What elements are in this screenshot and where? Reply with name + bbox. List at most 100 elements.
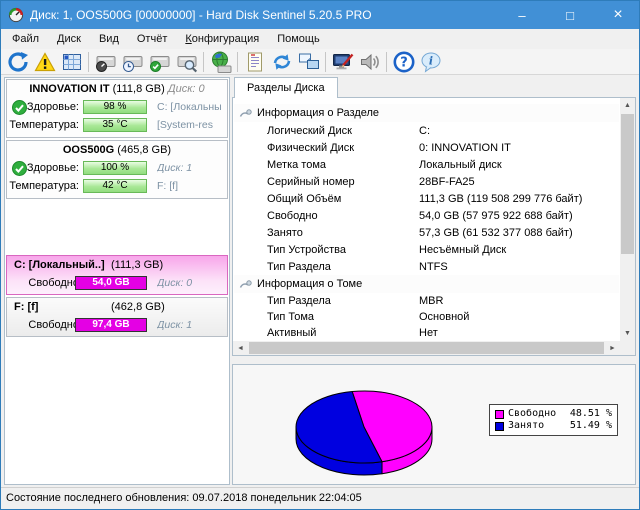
partition-title: C: [Локальный..] (111,3 GB) — [7, 259, 227, 273]
maximize-button[interactable]: □ — [549, 1, 591, 29]
sound-icon[interactable] — [356, 50, 383, 74]
help-icon[interactable]: ? — [390, 50, 417, 74]
section-icon — [239, 107, 252, 120]
temperature-bar: 42 °C — [83, 179, 147, 193]
scroll-up-icon[interactable]: ▲ — [620, 98, 635, 113]
health-row: Здоровье: 100 % Диск: 1 — [7, 161, 227, 176]
menu-item[interactable]: Вид — [90, 29, 128, 49]
tab-disk-partitions[interactable]: Разделы Диска — [234, 77, 338, 98]
title-bar: Диск: 1, OOS500G [00000000] - Hard Disk … — [1, 1, 639, 29]
scroll-right-icon[interactable]: ► — [605, 341, 620, 355]
horizontal-scrollbar[interactable]: ◄ ► — [233, 341, 620, 355]
disk-ok-icon[interactable] — [146, 50, 173, 74]
scroll-down-icon[interactable]: ▼ — [620, 326, 635, 341]
info-value: C: — [419, 124, 430, 137]
refresh-icon[interactable] — [4, 50, 31, 74]
info-label: Физический Диск — [267, 141, 355, 154]
info-label: Активный — [267, 327, 317, 339]
info-rows-volume: Тип Раздела MBR Тип Тома Основной Активный… — [234, 293, 619, 341]
info-value: Основной — [419, 311, 470, 323]
free-label: Свободно — [28, 319, 79, 331]
toolbar-separator — [386, 51, 387, 72]
svg-text:?: ? — [400, 55, 408, 70]
vertical-scrollbar[interactable]: ▲ ▼ — [620, 98, 635, 341]
status-bar: Состояние последнего обновления: 09.07.2… — [1, 487, 639, 509]
section-header-volume: Информация о Томе — [234, 275, 619, 293]
remote-monitors-icon[interactable] — [295, 50, 322, 74]
close-button[interactable]: × — [597, 1, 639, 29]
info-rows-partition: Логический Диск C: Физический Диск 0: INNO… — [234, 122, 619, 275]
app-window: Диск: 1, OOS500G [00000000] - Hard Disk … — [0, 0, 640, 510]
info-label: Тип Устройства — [267, 243, 346, 256]
surface-test-icon[interactable] — [58, 50, 85, 74]
pie-legend: Свободно 48.51 % Занято 51.49 % — [489, 404, 618, 436]
info-row: Тип Устройства Несъёмный Диск — [234, 241, 619, 258]
partition-name: C: [Локальный..] — [14, 259, 105, 271]
disk-title: OOS500G (465,8 GB) — [7, 144, 227, 156]
info-value: Несъёмный Диск — [419, 243, 507, 256]
section-title: Информация о Разделе — [257, 107, 380, 119]
info-row: Занято 57,3 GB (61 532 377 088 байт) — [234, 224, 619, 241]
legend-value: 48.51 % — [569, 408, 612, 419]
disk-clock-icon[interactable] — [119, 50, 146, 74]
disk-title: INNOVATION IT (111,8 GB) Диск: 0 — [7, 83, 227, 95]
health-label: Здоровье: — [26, 162, 79, 174]
free-label: Свободно — [28, 277, 79, 289]
health-row: Здоровье: 98 % C: [Локальны — [7, 100, 227, 115]
partition-title: F: [f] (462,8 GB) — [7, 301, 227, 315]
menu-item[interactable]: Помощь — [268, 29, 329, 49]
section-title: Информация о Томе — [257, 278, 363, 290]
toolbar-separator — [88, 51, 89, 72]
menu-item[interactable]: Конфигурация — [176, 29, 268, 49]
disk-volumes-label: F: [f] — [157, 180, 178, 192]
info-row: Свободно 54,0 GB (57 975 922 688 байт) — [234, 207, 619, 224]
info-value: 0: INNOVATION IT — [419, 141, 511, 154]
info-label: Тип Раздела — [267, 260, 331, 273]
warning-icon[interactable] — [31, 50, 58, 74]
info-label: Свободно — [267, 209, 318, 222]
sync-icon[interactable] — [268, 50, 295, 74]
disk-size: (465,8 GB) — [117, 144, 172, 156]
temperature-label: Температура: — [9, 180, 79, 192]
scroll-left-icon[interactable]: ◄ — [233, 341, 248, 355]
toolbar-separator — [203, 51, 204, 72]
disk-volumes-label: C: [Локальны — [157, 101, 222, 113]
info-value: 54,0 GB (57 975 922 688 байт) — [419, 209, 573, 222]
report-icon[interactable] — [241, 50, 268, 74]
menu-item[interactable]: Файл — [3, 29, 48, 49]
network-drive-icon[interactable] — [207, 50, 234, 74]
info-row: Физический Диск 0: INNOVATION IT — [234, 139, 619, 156]
horizontal-scroll-thumb[interactable] — [249, 342, 604, 354]
section-header-partition: Информация о Разделе — [234, 104, 619, 122]
partition-disk-number: Диск: 0 — [157, 277, 193, 289]
vertical-scroll-thumb[interactable] — [621, 114, 634, 254]
info-label: Занято — [267, 226, 303, 239]
disk-panel-1[interactable]: OOS500G (465,8 GB) Здоровье: 100 % Диск:… — [6, 140, 228, 199]
info-icon[interactable]: i — [417, 50, 444, 74]
app-icon — [8, 7, 24, 23]
minimize-button[interactable]: – — [501, 1, 543, 29]
disk-name: OOS500G — [62, 144, 115, 156]
info-value: NTFS — [419, 260, 448, 273]
scrollbar-corner — [620, 341, 635, 355]
info-label: Общий Объём — [267, 192, 342, 205]
temperature-label: Температура: — [9, 119, 79, 131]
legend-row: Свободно 48.51 % — [495, 408, 612, 420]
disk-search-icon[interactable] — [173, 50, 200, 74]
free-space-bar: 97,4 GB — [75, 318, 147, 332]
free-space-value: 54,0 GB — [92, 277, 130, 288]
info-row: Общий Объём 111,3 GB (119 508 299 776 бай… — [234, 190, 619, 207]
menu-item[interactable]: Диск — [48, 29, 90, 49]
info-label: Логический Диск — [267, 124, 352, 137]
disk-number: Диск: 1 — [157, 162, 193, 174]
info-value: 111,3 GB (119 508 299 776 байт) — [419, 192, 583, 205]
menu-item[interactable]: Отчёт — [128, 29, 176, 49]
disk-panel-0[interactable]: INNOVATION IT (111,8 GB) Диск: 0 Здоровь… — [6, 79, 228, 138]
partition-panel-c[interactable]: C: [Локальный..] (111,3 GB) Свободно 54,… — [6, 255, 228, 295]
menu-bar: Файл Диск Вид Отчёт Конфигурация Помощь — [1, 29, 639, 49]
partition-panel-f[interactable]: F: [f] (462,8 GB) Свободно 97,4 GB Диск:… — [6, 297, 228, 337]
disk-gauge-icon[interactable] — [92, 50, 119, 74]
detail-area: Разделы Диска Информация о Разделе Логич… — [232, 77, 636, 485]
info-row: Активный Нет — [234, 325, 619, 341]
monitor-edit-icon[interactable] — [329, 50, 356, 74]
